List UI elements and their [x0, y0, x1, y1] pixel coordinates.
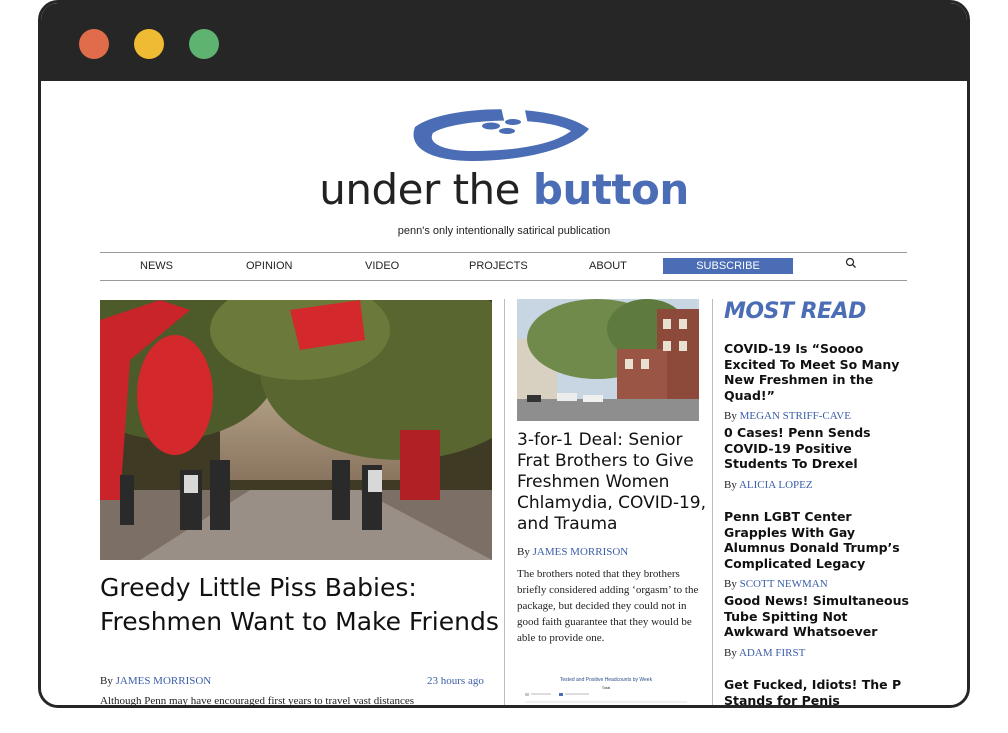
middle-article-image[interactable]	[517, 299, 699, 421]
site-title[interactable]: under the button	[41, 165, 967, 214]
chart-title: Tested and Positive Headcounts by Week	[559, 677, 653, 683]
most-read-author-link[interactable]: ADAM FIRST	[739, 647, 805, 659]
most-read-item[interactable]: COVID-19 Is “Soooo Excited To Meet So Ma…	[724, 341, 914, 422]
site-title-plain: under the	[319, 165, 533, 214]
nav-item-video[interactable]: VIDEO	[365, 260, 399, 272]
title-bar	[41, 3, 967, 81]
most-read-item[interactable]: Good News! Simultaneous Tube Spitting No…	[724, 593, 914, 659]
embedded-chart-thumbnail[interactable]: Tested and Positive Headcounts by Week T…	[517, 677, 695, 705]
most-read-byline: By ADAM FIRST	[724, 647, 914, 659]
column-divider	[712, 299, 713, 705]
most-read-byline: By MEGAN STRIFF-CAVE	[724, 410, 914, 422]
nav-item-about[interactable]: ABOUT	[589, 260, 627, 272]
site-title-accent: button	[532, 165, 689, 214]
browser-window: under the button penn's only intentional…	[38, 0, 970, 708]
hero-author-link[interactable]: JAMES MORRISON	[116, 675, 212, 687]
middle-article-title[interactable]: 3-for-1 Deal: Senior Frat Brothers to Gi…	[517, 430, 707, 535]
nav-item-projects[interactable]: PROJECTS	[469, 260, 528, 272]
byline-prefix: By	[724, 646, 739, 659]
site-tagline: penn's only intentionally satirical publ…	[397, 225, 611, 237]
middle-author-link[interactable]: JAMES MORRISON	[533, 546, 629, 558]
byline-prefix: By	[517, 546, 533, 558]
nav-item-opinion[interactable]: OPINION	[246, 260, 292, 272]
column-divider	[504, 299, 505, 705]
nav-item-news[interactable]: NEWS	[140, 260, 173, 272]
most-read-item[interactable]: 0 Cases! Penn Sends COVID-19 Positive St…	[724, 425, 914, 491]
middle-excerpt: The brothers noted that they brothers br…	[517, 568, 699, 644]
hero-timestamp: 23 hours ago	[427, 675, 484, 687]
most-read-author-link[interactable]: ALICIA LOPEZ	[739, 479, 813, 491]
page-content: under the button penn's only intentional…	[41, 81, 967, 705]
byline-prefix: By	[724, 478, 739, 491]
most-read-title[interactable]: Good News! Simultaneous Tube Spitting No…	[724, 593, 914, 640]
most-read-item[interactable]: Get Fucked, Idiots! The P Stands for Pen…	[724, 677, 914, 705]
most-read-heading: MOST READ	[724, 299, 866, 324]
middle-byline: By JAMES MORRISON	[517, 546, 628, 558]
hero-article-title[interactable]: Greedy Little Piss Babies: Freshmen Want…	[100, 571, 500, 639]
hero-byline: By JAMES MORRISON	[100, 675, 211, 687]
close-window-button[interactable]	[79, 29, 109, 59]
byline-prefix: By	[724, 410, 740, 422]
hero-excerpt: Although Penn may have encouraged first …	[100, 695, 415, 707]
chart-legend-graphic	[525, 693, 687, 703]
most-read-byline: By SCOTT NEWMAN	[724, 578, 914, 590]
most-read-byline: By ALICIA LOPEZ	[724, 479, 914, 491]
minimize-window-button[interactable]	[134, 29, 164, 59]
most-read-author-link[interactable]: MEGAN STRIFF-CAVE	[740, 410, 851, 422]
byline-prefix: By	[724, 578, 740, 590]
main-nav: NEWS OPINION VIDEO PROJECTS ABOUT SUBSCR…	[100, 252, 907, 281]
most-read-title[interactable]: Get Fucked, Idiots! The P Stands for Pen…	[724, 677, 914, 705]
byline-prefix: By	[100, 675, 116, 687]
search-icon[interactable]	[845, 257, 857, 269]
most-read-author-link[interactable]: SCOTT NEWMAN	[740, 578, 828, 590]
site-logo-icon[interactable]	[403, 99, 597, 165]
most-read-title[interactable]: 0 Cases! Penn Sends COVID-19 Positive St…	[724, 425, 914, 472]
most-read-title[interactable]: Penn LGBT Center Grapples With Gay Alumn…	[724, 509, 914, 571]
subscribe-button[interactable]: SUBSCRIBE	[663, 258, 793, 274]
maximize-window-button[interactable]	[189, 29, 219, 59]
most-read-item[interactable]: Penn LGBT Center Grapples With Gay Alumn…	[724, 509, 914, 590]
hero-article-image[interactable]	[100, 300, 492, 560]
most-read-title[interactable]: COVID-19 Is “Soooo Excited To Meet So Ma…	[724, 341, 914, 403]
